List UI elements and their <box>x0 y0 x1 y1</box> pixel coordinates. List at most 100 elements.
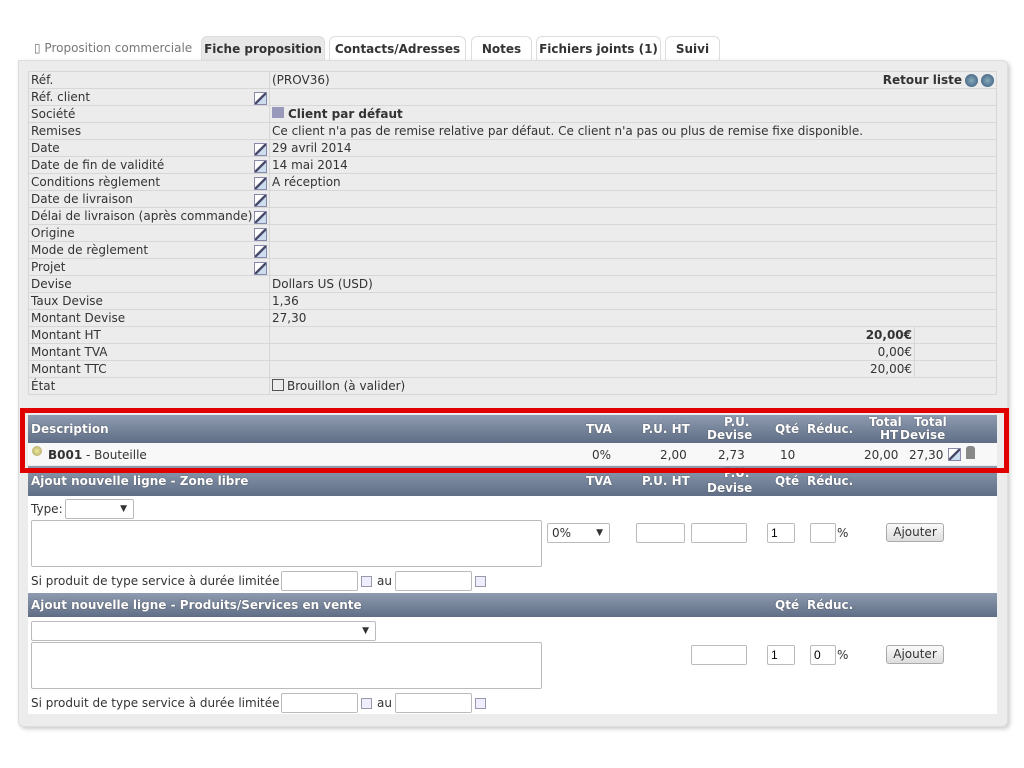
lines-header: Description TVA P.U. HT P.U. Devise Qté … <box>28 415 997 443</box>
edit-icon[interactable] <box>254 91 267 105</box>
info-row: Délai de livraison (après commande) <box>28 207 997 225</box>
previous-icon[interactable] <box>965 74 978 87</box>
col-total-ht: Total <box>869 415 902 429</box>
calendar-icon[interactable] <box>361 576 372 587</box>
info-row: Origine <box>28 224 997 242</box>
table-row: B001 - Bouteille 0% 2,00 2,73 10 20,00 2… <box>28 443 997 465</box>
description-textarea[interactable] <box>31 520 542 567</box>
free-zone-form: Type: 0% % Ajouter Si produit de type se… <box>28 496 997 593</box>
free-zone-header: Ajout nouvelle ligne - Zone libre TVA P.… <box>28 466 997 496</box>
col-total-ht-2: HT <box>880 428 899 442</box>
info-row: Réf. (PROV36) Retour liste <box>28 71 997 89</box>
col-total-devise-2: Devise <box>900 428 946 442</box>
amount-value: 20,00€ <box>870 362 912 376</box>
product-select[interactable] <box>31 621 376 641</box>
add-product-line-button[interactable]: Ajouter <box>886 645 944 664</box>
col-pu-ht: P.U. HT <box>642 422 690 436</box>
product-reduc-input[interactable] <box>810 645 836 665</box>
col-tva: TVA <box>586 422 612 436</box>
tab-label: Proposition commerciale <box>44 41 193 55</box>
tva-select[interactable]: 0% <box>547 523 610 543</box>
col-qty: Qté <box>775 598 800 612</box>
tab-contacts[interactable]: Contacts/Adresses <box>329 36 466 61</box>
au-label: au <box>377 574 392 588</box>
edit-icon[interactable] <box>254 210 267 224</box>
info-label: Montant Devise <box>31 311 126 325</box>
product-qty-input[interactable] <box>767 645 795 665</box>
info-label: Délai de livraison (après commande) <box>31 208 253 223</box>
back-to-list-link[interactable]: Retour liste <box>883 73 994 87</box>
info-value: Dollars US (USD) <box>272 277 373 291</box>
calendar-icon[interactable] <box>361 698 372 709</box>
qty-input[interactable] <box>767 523 795 543</box>
info-label: Mode de règlement <box>31 242 149 257</box>
service-date-label: Si produit de type service à durée limit… <box>31 574 309 588</box>
line-qty: 10 <box>780 448 796 462</box>
pu-devise-input[interactable] <box>691 523 747 543</box>
products-zone-header: Ajout nouvelle ligne - Produits/Services… <box>28 593 997 617</box>
tab-fiche-proposition[interactable]: Fiche proposition <box>201 36 325 61</box>
edit-icon[interactable] <box>254 193 267 207</box>
back-label: Retour liste <box>882 73 962 87</box>
product-ref[interactable]: B001 <box>48 448 82 462</box>
info-row: Mode de règlement <box>28 241 997 259</box>
company-link[interactable]: Client par défaut <box>288 107 403 121</box>
col-total-devise: Total <box>914 415 947 429</box>
date-end-input[interactable] <box>395 693 472 713</box>
date-end-input[interactable] <box>395 571 472 591</box>
tva-value: 0% <box>552 526 572 540</box>
info-value: 29 avril 2014 <box>272 141 352 155</box>
tab-notes[interactable]: Notes <box>471 36 532 61</box>
info-row: Montant Devise 27,30 <box>28 309 997 327</box>
line-pu-ht: 2,00 <box>660 448 687 462</box>
product-icon <box>32 446 42 456</box>
info-label: Taux Devise <box>31 294 103 308</box>
reduc-input[interactable] <box>810 523 836 543</box>
edit-icon[interactable] <box>254 176 267 190</box>
amount-label: Montant TVA <box>31 345 108 359</box>
col-reduc: Réduc. <box>807 422 854 436</box>
col-description: Description <box>31 422 109 436</box>
calendar-icon[interactable] <box>475 576 486 587</box>
col-pu-devise-2: Devise <box>707 481 753 495</box>
product-description-textarea[interactable] <box>31 642 542 689</box>
info-row: Date 29 avril 2014 <box>28 139 997 157</box>
tab-proposition-commerciale[interactable]: ▯ Proposition commerciale <box>34 36 192 60</box>
info-label: Date de fin de validité <box>31 157 165 172</box>
info-label: Projet <box>31 259 66 274</box>
type-select[interactable] <box>65 499 134 519</box>
edit-icon[interactable] <box>254 159 267 173</box>
info-value: 27,30 <box>272 311 307 325</box>
date-start-input[interactable] <box>281 693 358 713</box>
info-row: Société Client par défaut <box>28 105 997 123</box>
add-free-line-button[interactable]: Ajouter <box>886 523 944 542</box>
info-value: 14 mai 2014 <box>272 158 348 172</box>
tab-fichiers-joints[interactable]: Fichiers joints (1) <box>536 36 661 61</box>
info-label: Origine <box>31 225 75 240</box>
product-price-input[interactable] <box>691 645 747 665</box>
au-label: au <box>377 696 392 710</box>
product-link[interactable]: B001 - Bouteille <box>48 448 147 462</box>
tab-suivi[interactable]: Suivi <box>665 36 720 61</box>
pu-ht-input[interactable] <box>636 523 685 543</box>
edit-line-icon[interactable] <box>948 448 961 461</box>
edit-icon[interactable] <box>254 261 267 275</box>
info-label: Devise <box>31 277 72 291</box>
col-tva: TVA <box>586 474 612 488</box>
state-label: État <box>31 379 56 393</box>
info-row: Projet <box>28 258 997 276</box>
products-zone-form: % Ajouter Si produit de type service à d… <box>28 617 997 714</box>
calendar-icon[interactable] <box>475 698 486 709</box>
amount-value: 20,00€ <box>865 328 912 342</box>
edit-icon[interactable] <box>254 142 267 156</box>
edit-icon[interactable] <box>254 244 267 258</box>
service-date-label: Si produit de type service à durée limit… <box>31 696 309 710</box>
line-tva: 0% <box>592 448 612 462</box>
amount-row: Montant TTC 20,00€ <box>28 360 997 378</box>
edit-icon[interactable] <box>254 227 267 241</box>
info-value: 1,36 <box>272 294 299 308</box>
delete-line-icon[interactable] <box>966 446 975 459</box>
date-start-input[interactable] <box>281 571 358 591</box>
col-pu-ht: P.U. HT <box>642 474 690 488</box>
next-icon[interactable] <box>981 74 994 87</box>
